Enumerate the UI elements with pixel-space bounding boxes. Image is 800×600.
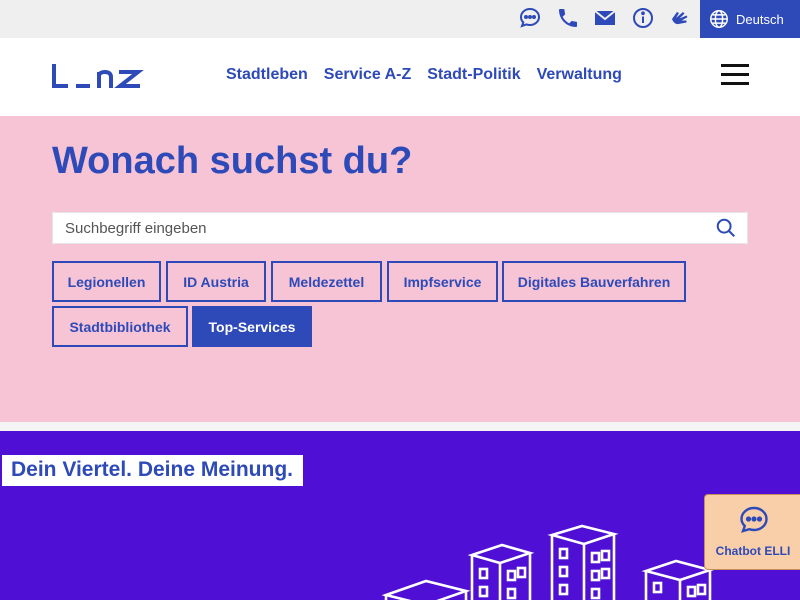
chatbot-label: Chatbot ELLI [715,544,791,558]
chat-icon[interactable] [518,6,542,30]
info-icon[interactable] [631,6,655,30]
section-divider [0,422,800,431]
nav-stadt-politik[interactable]: Stadt-Politik [427,66,520,84]
sign-language-icon[interactable] [668,6,692,30]
buildings-illustration [381,524,715,600]
menu-icon[interactable] [721,64,749,88]
linz-logo[interactable] [52,62,144,90]
chip-digitales-bauverfahren[interactable]: Digitales Bauverfahren [502,261,686,302]
chip-top-services[interactable]: Top-Services [192,306,312,347]
chip-impfservice[interactable]: Impfservice [387,261,498,302]
chip-meldezettel[interactable]: Meldezettel [271,261,382,302]
nav-service-a-z[interactable]: Service A-Z [324,66,411,84]
chip-stadtbibliothek[interactable]: Stadtbibliothek [52,306,188,347]
chip-id-austria[interactable]: ID Austria [166,261,266,302]
search-box [52,212,748,244]
search-title: Wonach suchst du? [52,140,413,182]
language-switcher[interactable]: Deutsch [700,0,800,38]
utility-bar: Deutsch [0,0,800,38]
search-icon[interactable] [715,217,737,239]
site-header: Stadtleben Service A-Z Stadt-Politik Ver… [0,38,800,116]
language-label: Deutsch [736,11,784,27]
chatbot-icon [740,506,768,533]
phone-icon[interactable] [556,6,580,30]
search-input[interactable] [65,213,705,243]
promo-banner: Dein Viertel. Deine Meinung. [0,431,800,600]
nav-stadtleben[interactable]: Stadtleben [226,66,308,84]
nav-verwaltung[interactable]: Verwaltung [537,66,622,84]
chip-legionellen[interactable]: Legionellen [52,261,161,302]
mail-icon[interactable] [593,6,617,30]
search-section: Wonach suchst du? Legionellen ID Austria… [0,116,800,422]
globe-icon [710,10,728,28]
banner-title: Dein Viertel. Deine Meinung. [2,455,304,486]
chatbot-button[interactable]: Chatbot ELLI [704,494,800,570]
main-navigation: Stadtleben Service A-Z Stadt-Politik Ver… [226,66,638,84]
